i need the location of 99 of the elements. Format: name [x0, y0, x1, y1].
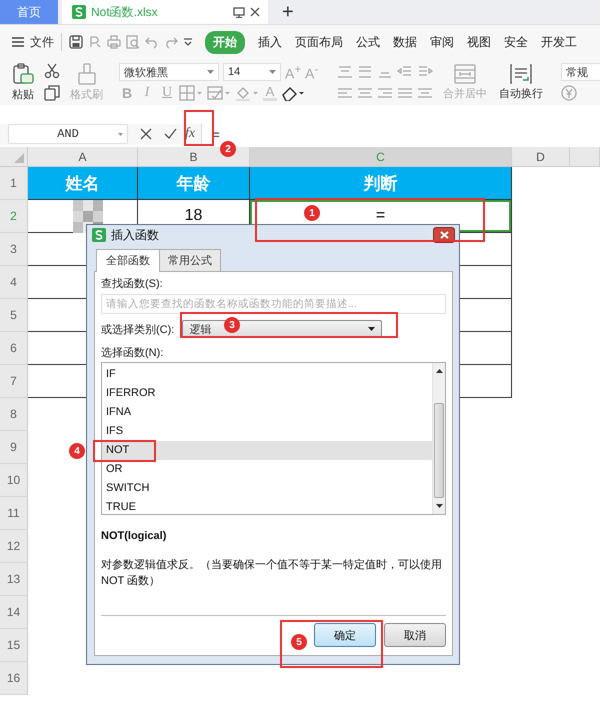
field-label: 查找函数(S):: [101, 277, 164, 291]
spreadsheet-icon: [72, 5, 86, 19]
new-tab-button[interactable]: +: [282, 0, 294, 24]
list-item[interactable]: IFERROR: [102, 384, 432, 403]
menu-tab[interactable]: 插入: [258, 30, 282, 54]
copy-icon[interactable]: [44, 85, 60, 101]
row-header[interactable]: 4: [0, 266, 28, 299]
column-header[interactable]: A: [28, 147, 138, 167]
font-dropdown[interactable]: 微软雅黑: [119, 63, 219, 81]
row-header[interactable]: 10: [0, 464, 28, 497]
save-icon[interactable]: [69, 35, 83, 49]
justify-icon[interactable]: [397, 86, 413, 100]
cancel-icon[interactable]: [140, 128, 152, 140]
tab[interactable]: 常用公式: [159, 249, 221, 271]
checkmark-icon[interactable]: [164, 128, 177, 140]
highlight-frame: [93, 440, 156, 462]
row-header[interactable]: 7: [0, 365, 28, 398]
list-item[interactable]: OR: [102, 460, 432, 479]
row-header[interactable]: 14: [0, 596, 28, 629]
cell-style-icon[interactable]: [207, 85, 231, 102]
border-grid-icon[interactable]: [179, 85, 203, 102]
dropdown-caret-icon[interactable]: [183, 38, 193, 46]
wrap-text-button[interactable]: 自动换行: [493, 64, 549, 100]
menu-tab[interactable]: 开发工: [541, 30, 577, 54]
number-format-dropdown[interactable]: 常规: [561, 63, 600, 81]
scrollbar[interactable]: [432, 363, 445, 514]
clipboard-icon: [12, 62, 34, 84]
menu-tab[interactable]: 视图: [467, 30, 491, 54]
align-center-icon[interactable]: [357, 86, 373, 100]
scissors-icon[interactable]: [44, 63, 60, 79]
function-signature: NOT(logical): [101, 530, 168, 542]
list-item[interactable]: IFNA: [102, 403, 432, 422]
menu-tab[interactable]: 数据: [393, 30, 417, 54]
row-header[interactable]: 3: [0, 233, 28, 266]
print-icon[interactable]: [107, 35, 121, 49]
ok-button[interactable]: 确定: [314, 623, 376, 647]
column-title: 年龄: [138, 167, 250, 200]
font-size-dropdown[interactable]: 14: [223, 63, 281, 81]
close-icon[interactable]: [250, 7, 260, 17]
paste-button[interactable]: 粘贴: [8, 62, 38, 102]
search-field[interactable]: 请输入您要查找的函数名称或函数功能的简要描述...: [101, 294, 446, 314]
row-header[interactable]: 6: [0, 332, 28, 365]
row-header[interactable]: 15: [0, 629, 28, 662]
function-description: 对参数逻辑值求反。（当要确保一个值不等于某一特定值时，可以使用 NOT 函数）: [101, 558, 443, 589]
eraser-icon[interactable]: [281, 85, 305, 102]
menu-icon: [12, 37, 24, 47]
column-header[interactable]: D: [512, 147, 570, 167]
align-left-icon[interactable]: [337, 86, 353, 100]
undo-icon[interactable]: [145, 35, 159, 49]
select-all-icon[interactable]: [14, 153, 24, 163]
decrease-indent-icon[interactable]: [397, 64, 413, 78]
column-header[interactable]: [570, 147, 600, 167]
row-header[interactable]: 11: [0, 497, 28, 530]
merge-cells-icon: [454, 64, 476, 84]
caret-icon: [207, 70, 214, 74]
monitor-icon[interactable]: [233, 6, 245, 18]
list-item[interactable]: TRUE: [102, 498, 432, 517]
align-right-icon[interactable]: [377, 86, 393, 100]
column-title: 姓名: [28, 167, 138, 200]
row-header[interactable]: 12: [0, 530, 28, 563]
row-header[interactable]: 8: [0, 398, 28, 431]
row-header[interactable]: 13: [0, 563, 28, 596]
redo-icon[interactable]: [164, 35, 178, 49]
row-header[interactable]: 9: [0, 431, 28, 464]
menu-tab[interactable]: 页面布局: [295, 30, 343, 54]
menu-tab[interactable]: 审阅: [430, 30, 454, 54]
name-box[interactable]: AND: [8, 124, 128, 144]
tab[interactable]: 全部函数: [96, 249, 160, 272]
row-header[interactable]: 16: [0, 662, 28, 695]
caret-icon: [269, 70, 276, 74]
row-header[interactable]: 1: [0, 167, 28, 200]
scroll-up-icon[interactable]: [436, 369, 442, 373]
field-label: 选择函数(N):: [101, 346, 164, 360]
scroll-thumb[interactable]: [434, 403, 444, 498]
spreadsheet-icon: [92, 228, 106, 242]
field-label: 或选择类别(C):: [101, 322, 174, 336]
menu-tab[interactable]: 公式: [356, 30, 380, 54]
row-header[interactable]: 5: [0, 299, 28, 332]
currency-icon[interactable]: [561, 85, 579, 101]
list-item[interactable]: IF: [102, 365, 432, 384]
file-menu[interactable]: 文件: [12, 34, 54, 50]
column-title: 判断: [250, 167, 512, 200]
print-preview-icon[interactable]: [126, 35, 140, 49]
list-item[interactable]: SWITCH: [102, 479, 432, 498]
menu-tab[interactable]: 安全: [504, 30, 528, 54]
increase-indent-icon[interactable]: [417, 64, 433, 78]
align-middle-icon[interactable]: [357, 64, 373, 78]
brush-icon: [76, 62, 96, 84]
wrap-text-icon: [510, 64, 532, 84]
distributed-icon[interactable]: [417, 86, 433, 100]
format-icon[interactable]: [88, 35, 102, 49]
fill-bucket-icon[interactable]: [235, 85, 259, 102]
scroll-down-icon[interactable]: [436, 504, 442, 508]
list-item[interactable]: IFS: [102, 422, 432, 441]
list-item[interactable]: NOT: [102, 441, 432, 460]
cancel-button[interactable]: 取消: [384, 623, 446, 647]
caret-icon: [118, 133, 123, 136]
align-top-icon[interactable]: [337, 64, 353, 78]
highlight-frame: [184, 110, 214, 146]
